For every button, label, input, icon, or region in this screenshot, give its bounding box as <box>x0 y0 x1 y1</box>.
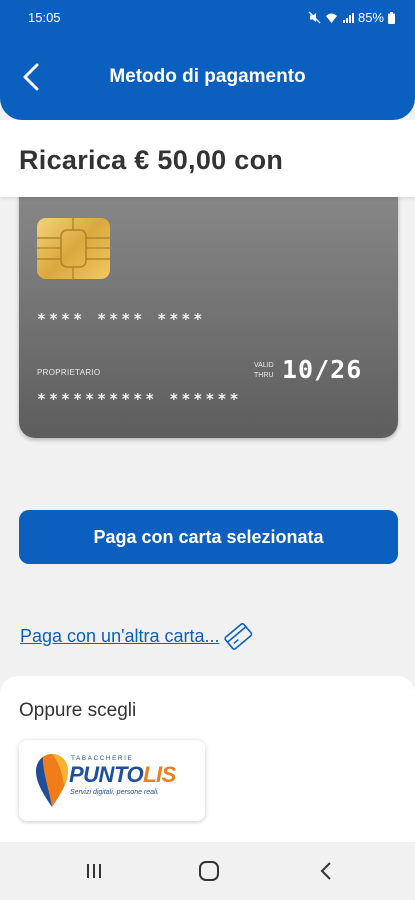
card-expiry: 10/26 <box>282 355 363 384</box>
card-number: **** **** **** <box>37 310 206 328</box>
puntolis-top-text: TABACCHERIE <box>71 755 134 762</box>
card-chip-icon <box>37 218 110 279</box>
amount-summary: Ricarica € 50,00 con <box>0 120 415 197</box>
alternative-methods-panel: Oppure scegli TABACCHERIE PUNTOLIS Servi… <box>0 676 415 842</box>
battery-percent: 85% <box>357 10 384 25</box>
alternatives-title: Oppure scegli <box>19 700 137 721</box>
status-bar: 15:05 85% <box>0 9 415 27</box>
amount-text: Ricarica € 50,00 con <box>19 145 284 175</box>
puntolis-brand: PUNTOLIS <box>69 762 176 788</box>
puntolis-brand-part2: LIS <box>143 762 176 787</box>
valid-label: VALID <box>254 362 274 369</box>
app-header: 15:05 85% Metodo di pagamento <box>0 0 415 120</box>
system-back-icon <box>320 862 331 880</box>
system-navigation-bar <box>0 842 415 900</box>
status-time: 15:05 <box>28 10 61 25</box>
valid-thru-label: VALID THRU <box>254 361 274 381</box>
puntolis-logo-icon <box>36 754 68 807</box>
saved-payment-card[interactable]: **** **** **** PROPRIETARIO VALID THRU 1… <box>19 175 398 438</box>
pay-other-card-label: Paga con un'altra carta... <box>20 625 220 646</box>
pay-selected-card-button[interactable]: Paga con carta selezionata <box>19 510 398 564</box>
signal-icon <box>342 12 354 23</box>
puntolis-option[interactable]: TABACCHERIE PUNTOLIS Servizi digitali, p… <box>19 740 205 821</box>
card-owner-name: ********** ****** <box>37 390 242 408</box>
home-button[interactable] <box>196 859 222 883</box>
puntolis-brand-part1: PUNTO <box>69 762 144 787</box>
wifi-icon <box>325 13 337 23</box>
thru-label: THRU <box>254 372 274 379</box>
system-back-button[interactable] <box>313 859 339 883</box>
status-icons: 85% <box>308 10 395 25</box>
credit-card-icon <box>223 622 252 650</box>
recent-apps-icon <box>87 864 101 878</box>
home-icon <box>199 861 219 881</box>
recent-apps-button[interactable] <box>81 859 107 883</box>
pay-other-card-link[interactable]: Paga con un'altra carta... <box>20 622 254 650</box>
page-title: Metodo di pagamento <box>109 66 306 87</box>
owner-label: PROPRIETARIO <box>37 368 101 377</box>
battery-icon <box>388 11 395 24</box>
puntolis-tagline: Servizi digitali, persone reali. <box>70 789 160 796</box>
mute-icon <box>308 11 321 24</box>
